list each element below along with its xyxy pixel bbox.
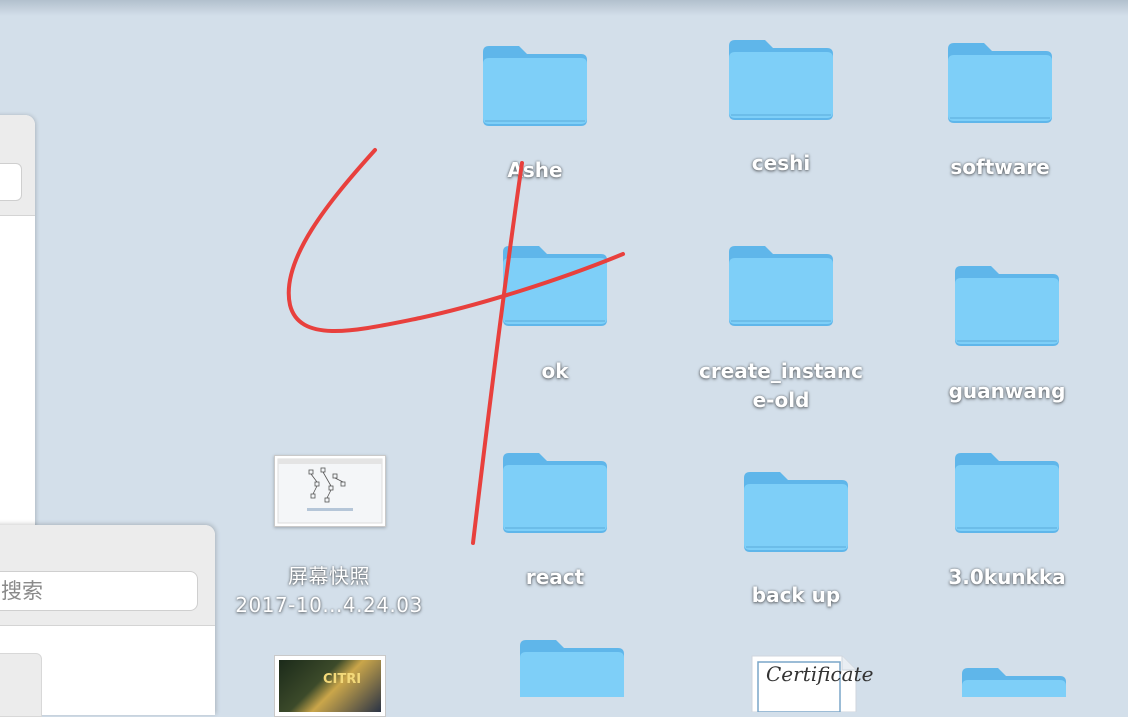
desktop-folder-ashe[interactable]: Ashe <box>430 38 640 185</box>
folder-icon[interactable] <box>516 632 628 697</box>
certificate-title-text: Certificate <box>766 662 874 686</box>
desktop-folder-ceshi[interactable]: ceshi <box>676 32 886 178</box>
image-preview-text: CITRI <box>323 672 362 687</box>
desktop-item-label: 3.0kunkka <box>948 565 1066 589</box>
finder-toolbar: 搜索 <box>0 525 215 626</box>
background-window[interactable] <box>0 115 35 565</box>
desktop-item-label: guanwang <box>948 379 1066 403</box>
desktop-folder-software[interactable]: software <box>895 35 1105 182</box>
desktop-folder-guanwang[interactable]: guanwang <box>902 258 1112 406</box>
finder-sidebar[interactable] <box>0 653 42 717</box>
image-file-icon[interactable]: CITRI <box>274 655 386 717</box>
folder-icon <box>955 453 1059 533</box>
folder-icon <box>955 266 1059 346</box>
desktop-item-label: Ashe <box>507 158 563 182</box>
desktop-top-edge <box>0 0 1128 16</box>
desktop-item-label: ceshi <box>751 151 811 175</box>
desktop-folder-3-0kunkka[interactable]: 3.0kunkka <box>902 445 1112 592</box>
image-preview: CITRI <box>279 660 381 712</box>
folder-icon <box>744 472 848 552</box>
folder-icon <box>948 43 1052 123</box>
folder-icon <box>503 246 607 326</box>
desktop-item-label: 屏幕快照 2017-10...4.24.03 <box>235 564 423 617</box>
desktop-folder-ok[interactable]: ok <box>450 238 660 386</box>
desktop-item-label: react <box>525 565 585 589</box>
desktop-item-label: create_instance-old <box>698 359 864 412</box>
folder-icon <box>729 246 833 326</box>
desktop-folder-back-up[interactable]: back up <box>691 464 901 610</box>
folder-icon <box>729 40 833 120</box>
desktop-item-label: software <box>950 155 1050 179</box>
desktop-folder-react[interactable]: react <box>450 445 660 592</box>
background-window-field[interactable] <box>0 163 22 201</box>
folder-icon <box>503 453 607 533</box>
finder-window[interactable]: 搜索 <box>0 525 215 717</box>
search-input[interactable]: 搜索 <box>0 571 198 611</box>
desktop-folder-create-instance-old[interactable]: create_instance-old <box>676 238 886 415</box>
background-window-toolbar <box>0 115 35 216</box>
folder-icon <box>483 46 587 126</box>
folder-icon[interactable] <box>958 660 1070 697</box>
desktop-item-label: ok <box>541 359 569 383</box>
screenshot-preview <box>277 458 383 524</box>
screenshot-file-icon[interactable] <box>274 455 386 527</box>
certificate-file-icon[interactable]: Certificate <box>748 652 873 712</box>
desktop-screenshot-file[interactable]: 屏幕快照 2017-10...4.24.03 <box>224 562 434 620</box>
desktop-item-label: back up <box>751 583 841 607</box>
search-placeholder: 搜索 <box>1 579 43 603</box>
